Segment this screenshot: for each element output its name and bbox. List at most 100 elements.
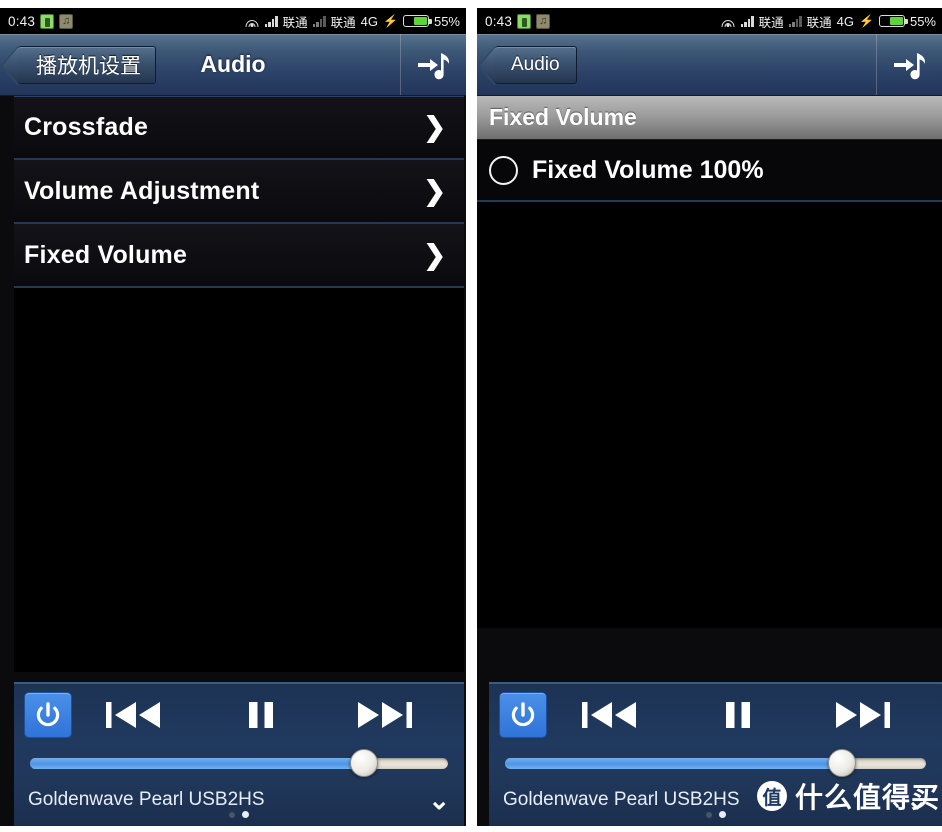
go-to-now-playing-button[interactable] (400, 34, 466, 95)
battery-percent-label: 55% (433, 13, 460, 29)
carrier-label-1: 联通 (282, 15, 308, 30)
page-dot (229, 811, 235, 818)
list-item-label: Crossfade (24, 113, 149, 141)
device-name-label: Goldenwave Pearl USB2HS (28, 789, 265, 810)
back-button-audio[interactable]: Audio (477, 45, 577, 86)
list-item-crossfade[interactable]: Crossfade ❯ (14, 96, 464, 160)
next-track-button[interactable] (324, 698, 450, 732)
battery-app-icon (517, 13, 532, 29)
transport-controls-right (489, 684, 942, 746)
previous-track-button[interactable] (547, 698, 674, 732)
volume-slider-fill (30, 757, 365, 769)
fixed-volume-section: Fixed Volume Fixed Volume 100% (477, 96, 942, 628)
power-button[interactable] (24, 692, 72, 738)
volume-slider-row (489, 746, 942, 780)
screenshot-root: 0:43 联通 联通 4G ⚡ 55% 播放机设置 Audio (0, 0, 942, 832)
next-track-icon (835, 702, 890, 728)
chevron-down-icon[interactable]: ⌄ (906, 787, 928, 813)
option-fixed-volume-100[interactable]: Fixed Volume 100% (477, 140, 942, 202)
player-bar-right: Goldenwave Pearl USB2HS ⌄ (489, 682, 942, 826)
carrier-label-2: 联通 (806, 15, 832, 30)
page-indicator-dots (14, 811, 464, 818)
network-type-label: 4G (360, 13, 379, 29)
player-meta-row: Goldenwave Pearl USB2HS ⌄ (489, 780, 942, 820)
right-phone-panel: 0:43 联通 联通 4G ⚡ 55% Audio (477, 8, 942, 826)
player-meta-row: Goldenwave Pearl USB2HS ⌄ (14, 780, 464, 820)
back-button-label: 播放机设置 (36, 54, 141, 78)
device-name-label: Goldenwave Pearl USB2HS (503, 789, 740, 810)
volume-slider-thumb[interactable] (827, 749, 856, 777)
status-bar-right-group: 联通 联通 4G ⚡ 55% (245, 12, 460, 31)
battery-percent-label: 55% (909, 13, 936, 29)
go-to-now-playing-icon (417, 52, 449, 79)
status-bar-left-group: 0:43 (8, 13, 74, 29)
list-empty-area (14, 288, 464, 672)
status-bar-right: 0:43 联通 联通 4G ⚡ 55% (477, 8, 942, 34)
list-empty-area (477, 202, 942, 628)
list-item-label: Fixed Volume (24, 240, 188, 269)
status-time: 0:43 (485, 13, 513, 29)
chevron-right-icon: ❯ (423, 175, 446, 206)
signal-strength-icon-2 (312, 15, 326, 27)
power-icon (36, 702, 60, 727)
list-item-label: Volume Adjustment (24, 176, 260, 205)
go-to-now-playing-icon (893, 52, 925, 79)
power-icon (511, 702, 535, 727)
radio-button-icon[interactable] (489, 155, 518, 185)
battery-app-icon (40, 13, 55, 29)
pause-icon (249, 702, 273, 728)
status-bar-left: 0:43 联通 联通 4G ⚡ 55% (0, 8, 466, 34)
power-button[interactable] (499, 692, 547, 738)
transport-controls-left (14, 684, 464, 746)
page-dot-active (718, 811, 726, 818)
status-bar-right-group: 联通 联通 4G ⚡ 55% (721, 12, 936, 31)
bolt-icon: ⚡ (859, 14, 874, 28)
previous-track-button[interactable] (72, 698, 198, 732)
left-phone-panel: 0:43 联通 联通 4G ⚡ 55% 播放机设置 Audio (0, 8, 466, 826)
signal-strength-icon-2 (788, 15, 802, 27)
go-to-now-playing-button[interactable] (876, 34, 942, 95)
volume-slider-thumb[interactable] (350, 749, 379, 777)
music-app-icon (59, 13, 74, 29)
volume-slider[interactable] (30, 749, 448, 777)
status-bar-left-group: 0:43 (485, 13, 551, 29)
section-header-fixed-volume: Fixed Volume (477, 96, 942, 140)
signal-strength-icon-1 (740, 15, 754, 27)
pause-icon (725, 702, 750, 728)
settings-list-left: Crossfade ❯ Volume Adjustment ❯ Fixed Vo… (0, 96, 466, 672)
list-item-fixed-volume[interactable]: Fixed Volume ❯ (14, 224, 464, 288)
wifi-icon (245, 15, 260, 27)
battery-icon (878, 15, 908, 27)
network-type-label: 4G (836, 13, 855, 29)
carrier-label-2: 联通 (330, 15, 356, 30)
next-track-icon (358, 702, 412, 728)
chevron-right-icon: ❯ (423, 112, 446, 142)
volume-slider-fill (505, 757, 842, 769)
chevron-down-icon[interactable]: ⌄ (428, 787, 450, 813)
carrier-label-1: 联通 (758, 15, 784, 30)
music-app-icon (536, 13, 551, 29)
page-dot (705, 811, 712, 818)
pause-button[interactable] (674, 698, 801, 732)
volume-slider[interactable] (505, 749, 926, 777)
navigation-bar-right: Audio (477, 34, 942, 96)
bolt-icon: ⚡ (383, 14, 398, 28)
list-item-volume-adjustment[interactable]: Volume Adjustment ❯ (14, 160, 464, 224)
signal-strength-icon-1 (264, 15, 278, 27)
navigation-bar-left: 播放机设置 Audio (0, 34, 466, 96)
previous-track-icon (581, 702, 636, 728)
pause-button[interactable] (198, 698, 324, 732)
page-dot-active (242, 811, 249, 818)
back-button-player-settings[interactable]: 播放机设置 (0, 45, 156, 86)
page-indicator-dots (489, 811, 942, 818)
status-time: 0:43 (8, 13, 36, 29)
volume-slider-row (14, 746, 464, 780)
back-button-label: Audio (511, 53, 560, 75)
next-track-button[interactable] (801, 698, 928, 732)
chevron-right-icon: ❯ (423, 239, 446, 270)
player-bar-left: Goldenwave Pearl USB2HS ⌄ (14, 682, 464, 826)
option-label: Fixed Volume 100% (532, 155, 764, 184)
previous-track-icon (106, 702, 160, 728)
wifi-icon (721, 15, 736, 27)
battery-icon (402, 15, 432, 27)
